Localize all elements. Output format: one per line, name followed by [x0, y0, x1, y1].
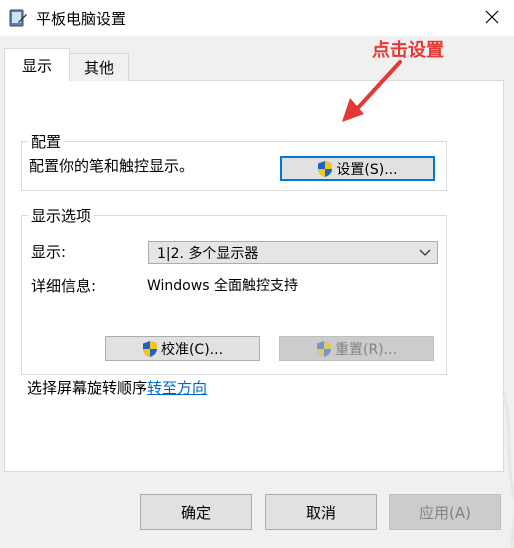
window-title: 平板电脑设置 — [36, 10, 127, 28]
display-options-legend: 显示选项 — [31, 207, 92, 225]
tablet-settings-icon — [9, 9, 27, 27]
apply-button[interactable]: 应用(A) — [389, 494, 501, 530]
cancel-button[interactable]: 取消 — [265, 494, 377, 530]
chevron-down-icon — [419, 249, 431, 256]
edge-decoration — [501, 390, 514, 548]
tab-other[interactable]: 其他 — [69, 53, 129, 81]
tab-display[interactable]: 显示 — [4, 48, 70, 81]
rotation-text: 选择屏幕旋转顺序 — [27, 379, 148, 397]
ok-button[interactable]: 确定 — [140, 494, 252, 530]
calibrate-button-label: 校准(C)... — [160, 341, 224, 358]
config-description: 配置你的笔和触控显示。 — [29, 157, 195, 175]
annotation-arrow — [342, 60, 402, 122]
setup-button-label: 设置(S)... — [336, 161, 398, 178]
close-icon — [485, 10, 499, 24]
reset-button[interactable]: 重置(R)... — [279, 336, 434, 361]
details-label: 详细信息: — [31, 277, 97, 295]
reset-button-label: 重置(R)... — [334, 341, 397, 358]
display-select-value: 1|2. 多个显示器 — [157, 245, 259, 262]
dialog-body: 显示 其他 配置 配置你的笔和触控显示。 设置(S)... 显示选项 显示: 1… — [0, 36, 514, 548]
title-bar: 平板电脑设置 — [0, 0, 514, 36]
details-value: Windows 全面触控支持 — [147, 278, 298, 294]
display-label: 显示: — [31, 243, 67, 261]
close-button[interactable] — [470, 0, 514, 34]
uac-shield-icon — [318, 160, 333, 177]
uac-shield-icon — [316, 340, 331, 357]
rotation-row: 选择屏幕旋转顺序转至方向 — [27, 377, 207, 398]
uac-shield-icon — [142, 340, 157, 357]
display-select[interactable]: 1|2. 多个显示器 — [148, 241, 438, 264]
config-group-legend: 配置 — [31, 133, 62, 151]
orientation-link[interactable]: 转至方向 — [147, 379, 207, 397]
calibrate-button[interactable]: 校准(C)... — [105, 336, 260, 361]
setup-button[interactable]: 设置(S)... — [280, 156, 435, 181]
